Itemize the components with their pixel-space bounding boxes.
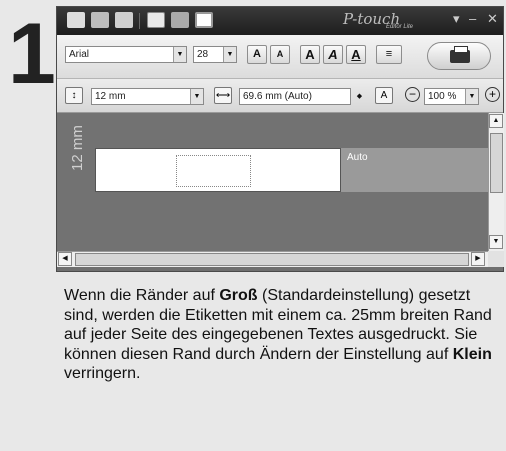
scroll-right-icon[interactable]: ▶ xyxy=(471,252,485,266)
zoom-select[interactable]: 100 % ▼ xyxy=(424,88,479,105)
ptouch-editor-window: P-touch Editor Lite ▾ ‒ ✕ Arial ▼ 28 ▼ A… xyxy=(56,6,504,272)
auto-length-region: Auto xyxy=(341,148,488,192)
chevron-down-icon[interactable]: ▼ xyxy=(465,89,478,104)
italic-button[interactable]: A xyxy=(323,45,343,64)
new-icon[interactable] xyxy=(67,12,85,28)
vertical-scrollbar[interactable]: ▲ ▼ xyxy=(488,113,504,251)
scroll-up-icon[interactable]: ▲ xyxy=(489,114,503,128)
underline-button[interactable]: A xyxy=(346,45,366,64)
tape-width-ruler-label: 12 mm xyxy=(69,125,86,171)
layout-toolbar: ↕ 12 mm ▼ ⟷ 69.6 mm (Auto) ◆ A − 100 % ▼… xyxy=(57,79,503,113)
step-number: 1 xyxy=(8,6,56,102)
title-bar: P-touch Editor Lite ▾ ‒ ✕ xyxy=(57,7,503,35)
label-length-icon: ⟷ xyxy=(214,87,232,104)
font-name-select[interactable]: Arial ▼ xyxy=(65,46,187,63)
printer-icon xyxy=(450,46,470,63)
save-icon[interactable] xyxy=(115,12,133,28)
format-toolbar: Arial ▼ 28 ▼ A A A A A ≡ xyxy=(57,35,503,79)
brand-logo: P-touch Editor Lite xyxy=(343,10,413,30)
auto-label: Auto xyxy=(347,152,368,163)
open-folder-icon[interactable] xyxy=(91,12,109,28)
minimize-icon[interactable]: ‒ xyxy=(469,11,476,26)
zoom-out-button[interactable]: − xyxy=(405,87,420,102)
text-icon[interactable] xyxy=(147,12,165,28)
toolbar-separator xyxy=(139,13,140,29)
print-button[interactable] xyxy=(427,42,491,70)
horizontal-scroll-thumb[interactable] xyxy=(75,253,469,266)
font-size-select[interactable]: 28 ▼ xyxy=(193,46,237,63)
tape-width-select[interactable]: 12 mm ▼ xyxy=(91,88,204,105)
resize-grip-icon[interactable] xyxy=(488,251,504,267)
align-button[interactable]: ≡ xyxy=(376,45,402,64)
text-object[interactable] xyxy=(176,155,251,187)
tape-width-icon: ↕ xyxy=(65,87,83,104)
vertical-scroll-thumb[interactable] xyxy=(490,133,503,193)
instruction-paragraph: Wenn die Ränder auf Groß (Standardeinste… xyxy=(64,287,492,383)
horizontal-scrollbar[interactable]: ◀ ▶ xyxy=(57,251,488,267)
label-length-field[interactable]: 69.6 mm (Auto) ◆ xyxy=(239,88,362,105)
close-icon[interactable]: ✕ xyxy=(487,11,498,27)
menu-dropdown-icon[interactable]: ▾ xyxy=(453,11,460,27)
auto-fit-icon[interactable]: A xyxy=(375,87,393,104)
spinner-icon[interactable]: ◆ xyxy=(353,89,366,104)
chevron-down-icon[interactable]: ▼ xyxy=(223,47,236,62)
label-canvas[interactable]: 12 mm Auto xyxy=(57,113,488,251)
frame-icon[interactable] xyxy=(171,12,189,28)
image-icon[interactable] xyxy=(195,12,213,28)
shrink-font-button[interactable]: A xyxy=(270,45,290,64)
chevron-down-icon[interactable]: ▼ xyxy=(190,89,203,104)
zoom-in-button[interactable]: + xyxy=(485,87,500,102)
grow-font-button[interactable]: A xyxy=(247,45,267,64)
label-preview[interactable] xyxy=(95,148,341,192)
chevron-down-icon[interactable]: ▼ xyxy=(173,47,186,62)
scroll-left-icon[interactable]: ◀ xyxy=(58,252,72,266)
scroll-down-icon[interactable]: ▼ xyxy=(489,235,503,249)
bold-button[interactable]: A xyxy=(300,45,320,64)
